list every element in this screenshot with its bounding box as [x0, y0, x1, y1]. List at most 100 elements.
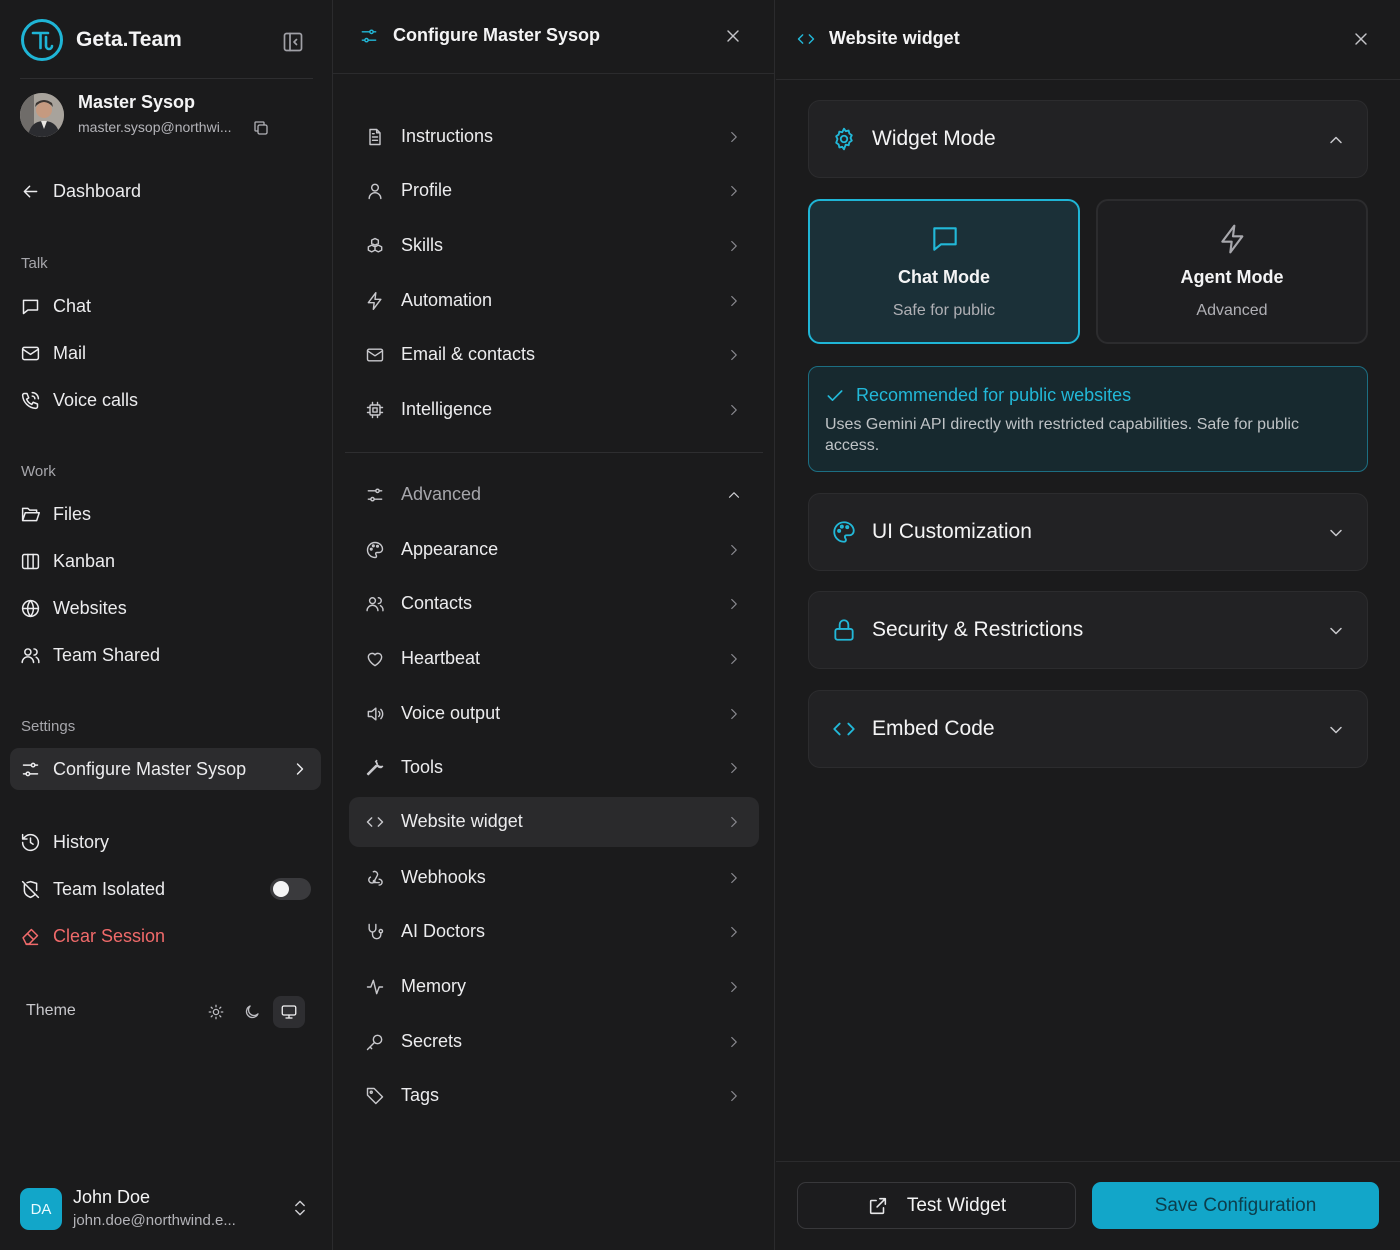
nav-clear-session[interactable]: Clear Session	[20, 921, 165, 951]
chat-icon	[22, 299, 39, 314]
speaker-icon	[367, 707, 384, 721]
nav-history[interactable]: History	[20, 827, 109, 857]
config-item-automation[interactable]: Automation	[349, 276, 759, 326]
nav-dashboard-label: Dashboard	[53, 180, 142, 201]
agent-mode-option[interactable]: Agent Mode Advanced	[1096, 199, 1368, 344]
close-icon[interactable]	[1351, 29, 1371, 49]
config-item-instructions[interactable]: Instructions	[349, 112, 759, 162]
website-widget-panel: Website widget Widget Mode Chat Mode Saf…	[776, 0, 1400, 1250]
divider	[776, 1161, 1400, 1162]
nav-mail[interactable]: Mail	[20, 338, 86, 368]
config-item-label: Instructions	[401, 126, 494, 146]
chevron-right-icon	[731, 1036, 737, 1048]
save-configuration-button[interactable]: Save Configuration	[1092, 1182, 1379, 1229]
config-item-memory[interactable]: Memory	[349, 962, 759, 1012]
divider	[20, 78, 313, 79]
config-item-appearance[interactable]: Appearance	[349, 525, 759, 575]
chevron-right-icon	[731, 240, 737, 252]
chevron-right-icon	[731, 762, 737, 774]
recommendation-title: Recommended for public websites	[856, 385, 1132, 405]
config-item-intelligence[interactable]: Intelligence	[349, 385, 759, 435]
config-item-webhooks[interactable]: Webhooks	[349, 853, 759, 903]
config-item-secrets[interactable]: Secrets	[349, 1017, 759, 1067]
agent-avatar	[20, 93, 64, 137]
user-menu[interactable]: DA John Doe john.doe@northwind.e...	[20, 1185, 320, 1235]
nav-configure[interactable]: Configure Master Sysop	[20, 754, 246, 784]
users-icon	[366, 597, 384, 612]
config-item-profile[interactable]: Profile	[349, 166, 759, 216]
sun-icon	[208, 1004, 224, 1020]
file-text-icon	[369, 128, 381, 146]
kanban-icon	[21, 553, 40, 569]
chevron-right-icon	[731, 598, 737, 610]
config-item-label: Intelligence	[401, 399, 493, 419]
config-item-label: Heartbeat	[401, 648, 481, 668]
config-advanced-toggle[interactable]: Advanced	[349, 470, 759, 520]
copy-icon[interactable]	[252, 119, 270, 137]
config-item-label: Voice output	[401, 703, 501, 723]
boxes-icon	[367, 237, 383, 253]
nav-team-shared[interactable]: Team Shared	[20, 640, 160, 670]
config-item-contacts[interactable]: Contacts	[349, 579, 759, 629]
config-item-heartbeat[interactable]: Heartbeat	[349, 634, 759, 684]
nav-files[interactable]: Files	[20, 499, 91, 529]
folder-open-icon	[21, 507, 40, 521]
config-item-email-contacts[interactable]: Email & contacts	[349, 330, 759, 380]
agent-mode-desc: Advanced	[1196, 302, 1268, 319]
close-icon[interactable]	[723, 26, 743, 46]
users-icon	[21, 647, 40, 663]
divider	[345, 452, 763, 453]
config-item-ai-doctors[interactable]: AI Doctors	[349, 907, 759, 957]
chevron-right-icon	[731, 653, 737, 665]
save-configuration-label: Save Configuration	[1154, 1194, 1317, 1216]
ui-customization-section[interactable]: UI Customization	[808, 493, 1368, 571]
nav-chat[interactable]: Chat	[20, 291, 91, 321]
widget-mode-section[interactable]: Widget Mode	[808, 100, 1368, 178]
chevron-right-icon	[731, 981, 737, 993]
chevron-right-icon	[731, 872, 737, 884]
sidebar-collapse-icon[interactable]	[281, 30, 305, 54]
user-avatar: DA	[20, 1188, 62, 1230]
theme-system-button[interactable]	[273, 996, 305, 1028]
test-widget-button[interactable]: Test Widget	[797, 1182, 1076, 1229]
chevron-up-icon	[1330, 136, 1342, 144]
config-item-tools[interactable]: Tools	[349, 743, 759, 793]
chat-mode-option[interactable]: Chat Mode Safe for public	[808, 199, 1080, 344]
tag-icon	[366, 1087, 384, 1105]
widget-panel-title: Website widget	[829, 28, 960, 48]
brand-name: Geta.Team	[76, 28, 182, 51]
config-item-tags[interactable]: Tags	[349, 1071, 759, 1121]
nav-dashboard[interactable]: Dashboard	[20, 176, 141, 206]
sliders-icon	[22, 762, 39, 776]
embed-code-section[interactable]: Embed Code	[808, 690, 1368, 768]
nav-websites[interactable]: Websites	[20, 593, 127, 623]
brand[interactable]: Geta.Team	[20, 18, 182, 62]
history-icon	[21, 833, 40, 851]
user-email: john.doe@northwind.e...	[73, 1212, 236, 1229]
geta-logo-icon	[21, 19, 63, 61]
agent-email: master.sysop@northwi...	[78, 119, 232, 135]
config-item-voice-output[interactable]: Voice output	[349, 689, 759, 739]
agent-profile[interactable]: Master Sysop master.sysop@northwi...	[20, 92, 320, 140]
nav-kanban[interactable]: Kanban	[20, 546, 115, 576]
nav-voice-calls[interactable]: Voice calls	[20, 385, 138, 415]
config-advanced-label: Advanced	[401, 484, 482, 504]
chevron-right-icon	[731, 185, 737, 197]
test-widget-label: Test Widget	[906, 1194, 1007, 1216]
theme-light-button[interactable]	[200, 996, 232, 1028]
team-isolated-toggle[interactable]	[270, 878, 311, 900]
config-item-label: Memory	[401, 976, 467, 996]
agent-mode-name: Agent Mode	[1180, 267, 1284, 287]
theme-dark-button[interactable]	[236, 996, 268, 1028]
chevron-right-icon	[731, 131, 737, 143]
arrow-left-icon	[23, 185, 38, 197]
code-icon	[797, 34, 815, 44]
chevron-right-icon	[731, 349, 737, 361]
config-item-skills[interactable]: Skills	[349, 221, 759, 271]
chevron-right-icon	[731, 1090, 737, 1102]
nav-configure-label: Configure Master Sysop	[53, 758, 247, 779]
security-restrictions-section[interactable]: Security & Restrictions	[808, 591, 1368, 669]
chevron-down-icon	[1330, 529, 1342, 537]
embed-code-title: Embed Code	[872, 717, 995, 740]
config-item-website-widget[interactable]: Website widget	[349, 797, 759, 847]
